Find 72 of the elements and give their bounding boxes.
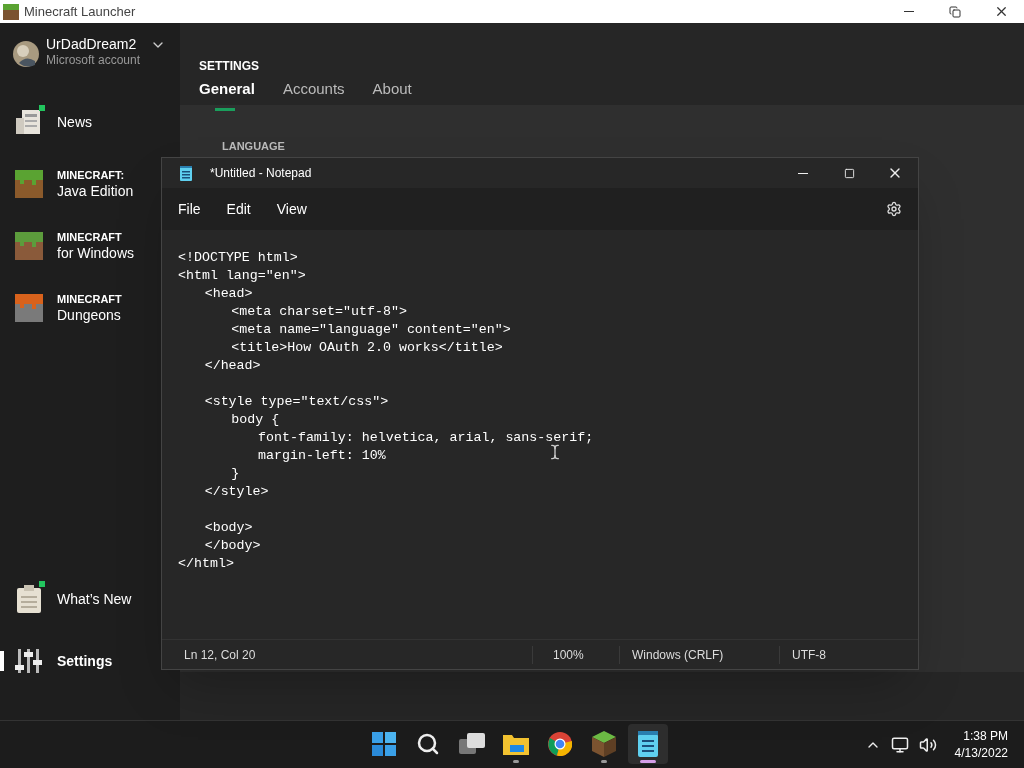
window-title: *Untitled - Notepad [210,165,312,182]
restore-icon [949,5,961,18]
code-line: <meta charset="utf-8"> [230,304,407,319]
encoding: UTF-8 [779,645,826,664]
item-overline: MINECRAFT [57,230,123,244]
code-line: font-family: helvetica, arial, sans-serif; [257,430,594,445]
settings-icon [886,201,902,217]
maximize-icon [843,167,855,179]
code-line: <title>How OAuth 2.0 works</title> [230,340,503,355]
account-name: UrDadDream2 [46,36,138,53]
sidebar-item[interactable]: MINECRAFT: Java Edition [0,153,158,215]
code-line: <html lang="en"> [178,268,306,283]
item-overline: MINECRAFT: [57,168,126,182]
item-title: Java Edition [57,182,134,200]
code-line: <style type="text/css"> [203,394,389,409]
menu-item[interactable]: File [170,198,209,220]
network-icon[interactable] [890,735,909,754]
code-line: <head> [203,286,253,301]
tab[interactable]: Accounts [282,78,345,111]
item-title: News [57,113,92,131]
line-endings: Windows (CRLF) [619,645,779,664]
code-line: <!DOCTYPE html> [178,250,298,265]
volume-icon[interactable] [918,735,937,754]
selection-indicator [0,651,4,671]
item-title: What’s New [57,590,132,608]
code-line: body { [230,412,280,427]
item-title: for Windows [57,244,135,262]
page-heading: SETTINGS [199,58,260,75]
grass-block-icon [14,293,44,323]
code-line: } [230,466,240,481]
search-icon [416,732,440,756]
code-line: </html> [178,556,234,571]
window-title: Minecraft Launcher [24,2,136,21]
tab[interactable]: General [199,78,255,111]
item-overline: MINECRAFT [57,292,122,306]
sliders-icon [14,647,44,675]
item-title: Settings [57,652,113,670]
account-type: Microsoft account [46,53,141,68]
folder-icon [503,733,529,755]
clock[interactable]: 1:38 PM 4/13/2022 [954,727,1008,762]
sidebar-item[interactable]: What’s New [0,568,158,630]
code-line: </style> [203,484,269,499]
section-heading: LANGUAGE [222,140,286,152]
sidebar-item[interactable]: News [0,91,158,153]
menu-item[interactable]: Edit [218,198,259,220]
code-line: </body> [203,538,261,553]
settings-button[interactable] [886,201,902,217]
zoom-level: 100% [532,645,619,664]
taskbar-button[interactable] [628,724,668,764]
grass-block-icon [14,231,44,261]
cursor-position: Ln 12, Col 20 [183,646,257,664]
minimize-icon [798,172,808,174]
windows-stack-icon [459,733,485,755]
avatar [13,41,39,67]
item-title: Dungeons [57,306,122,324]
code-line: </head> [203,358,261,373]
notepad-icon [180,165,192,181]
windows-logo-icon [372,732,396,756]
code-line: margin-left: 10% [257,448,386,463]
tab[interactable]: About [372,78,412,111]
notepad-icon [637,731,659,757]
grass-block-icon [3,3,19,20]
browser-icon [548,732,572,756]
grass-block-icon [592,731,616,757]
sidebar-item[interactable]: MINECRAFT for Windows [0,215,158,277]
code-line: <meta name="language" content="en"> [230,322,511,337]
minimize-icon [904,11,914,12]
clipboard-icon [15,584,43,614]
sidebar-item[interactable]: MINECRAFT Dungeons [0,277,158,339]
grass-block-icon [14,169,44,199]
code-line: <body> [203,520,253,535]
menu-item[interactable]: View [268,198,315,220]
